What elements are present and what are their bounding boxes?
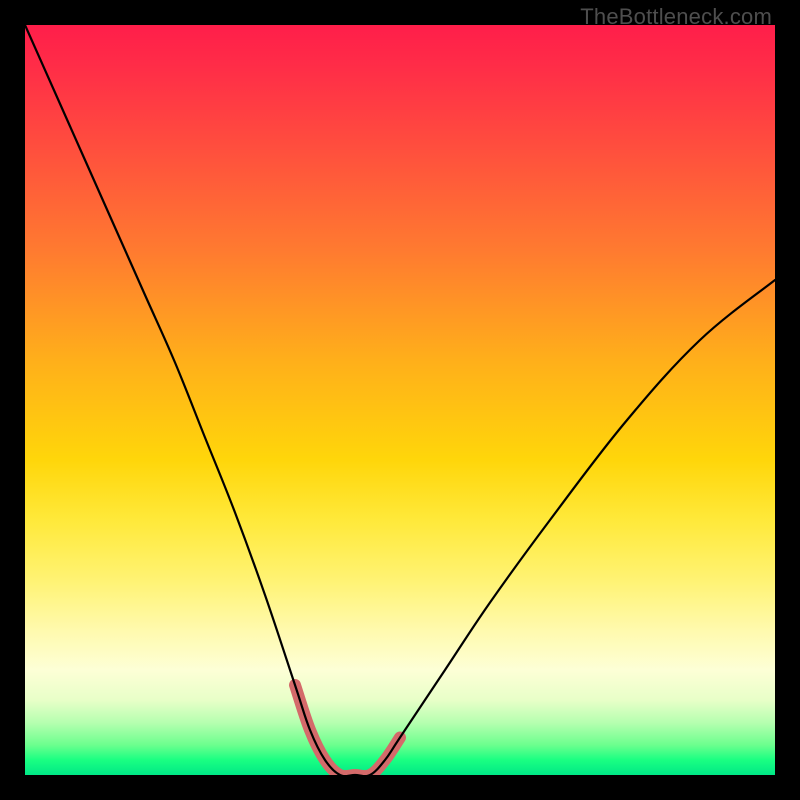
bottleneck-curve xyxy=(25,25,775,775)
chart-svg xyxy=(25,25,775,775)
watermark-text: TheBottleneck.com xyxy=(580,4,772,30)
chart-frame: TheBottleneck.com xyxy=(0,0,800,800)
chart-plot-area xyxy=(25,25,775,775)
